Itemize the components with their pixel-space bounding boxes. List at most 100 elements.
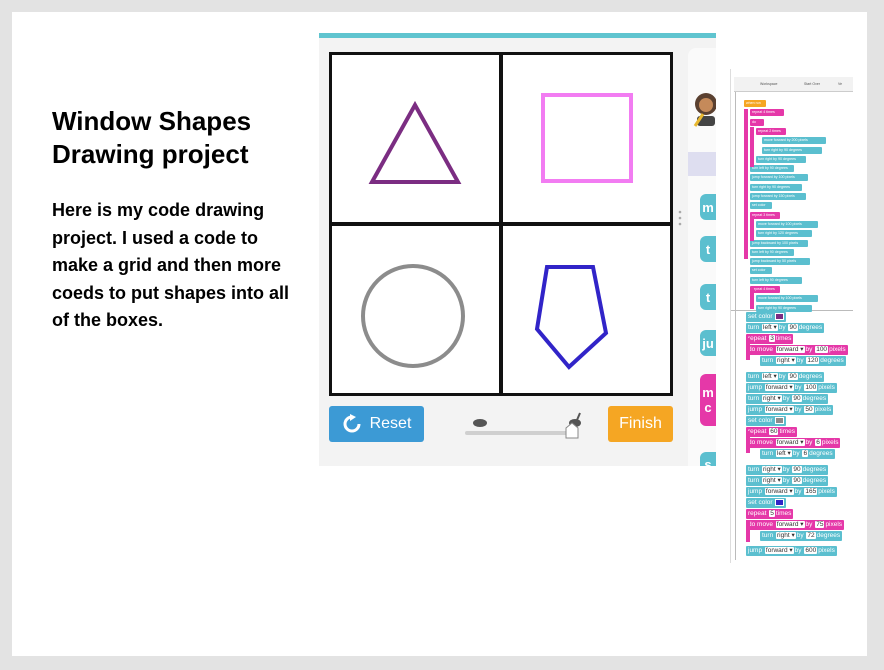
code-block-lower[interactable]: turn right ▾ by 90 degrees	[746, 476, 829, 486]
code-block-upper[interactable]: jump forward by 100 pixels	[750, 174, 808, 182]
loop-bar	[746, 520, 750, 542]
block-value[interactable]: 3	[769, 335, 775, 342]
code-block-lower[interactable]: do move forward ▾ by 75 pixels	[746, 520, 845, 530]
block-value[interactable]: forward ▾	[764, 406, 794, 413]
block-value[interactable]: 100	[815, 346, 829, 353]
block-value[interactable]: 600	[804, 547, 818, 554]
code-block-upper[interactable]: set color	[750, 267, 772, 275]
code-block-lower[interactable]: set color	[746, 498, 786, 508]
block-value[interactable]: 165	[804, 488, 818, 495]
toolbox-tab-1[interactable]: m	[700, 194, 716, 220]
block-value[interactable]: 90	[788, 373, 798, 380]
start-over-button[interactable]: Start Over	[804, 82, 820, 86]
code-block-upper[interactable]: move forward by 100 pixels	[756, 295, 818, 303]
finish-button[interactable]: Finish	[608, 406, 673, 442]
code-block-lower[interactable]: jump forward ▾ by 600 pixels	[746, 546, 837, 556]
code-block-upper[interactable]: move forward by 100 pixels	[756, 220, 818, 228]
block-value[interactable]: 72	[806, 532, 816, 539]
block-value[interactable]: forward ▾	[775, 346, 805, 353]
version-button[interactable]: Ve	[838, 82, 842, 86]
code-block-lower[interactable]: turn left ▾ by 90 degrees	[746, 323, 825, 333]
code-block-upper[interactable]: set color	[750, 202, 772, 210]
code-block-lower[interactable]: turn left ▾ by 90 degrees	[746, 372, 825, 382]
block-value[interactable]: 90	[792, 477, 802, 484]
code-block-upper[interactable]: turn left by 90 degrees	[750, 276, 802, 284]
block-value[interactable]: forward ▾	[775, 521, 805, 528]
block-keyword: jump	[748, 384, 763, 391]
avatar	[693, 93, 716, 127]
code-block-upper[interactable]: turn right by 90 degrees	[756, 304, 812, 312]
code-block-upper[interactable]: turn right by 90 degrees	[750, 183, 802, 191]
block-value[interactable]: right ▾	[762, 466, 782, 473]
code-block-lower[interactable]: set color	[746, 416, 786, 426]
code-block-upper[interactable]: turn right by 90 degrees	[756, 155, 806, 163]
code-block-upper[interactable]: jump backward by 50 pixels	[750, 258, 810, 266]
code-block-upper[interactable]: repeat 3 times	[750, 211, 780, 219]
block-value[interactable]: right ▾	[776, 357, 796, 364]
block-value[interactable]: 90	[792, 395, 802, 402]
code-block-upper[interactable]: turn left by 90 degrees	[750, 248, 794, 256]
block-value[interactable]: right ▾	[762, 395, 782, 402]
block-value[interactable]: 6	[802, 450, 809, 457]
code-block-lower[interactable]: turn right ▾ by 120 degrees	[760, 356, 846, 366]
block-keyword: jump	[748, 488, 763, 495]
block-value[interactable]: forward ▾	[775, 439, 805, 446]
block-value[interactable]: forward ▾	[764, 547, 794, 554]
block-value[interactable]: 5	[769, 510, 775, 517]
block-keyword: by	[796, 357, 804, 364]
block-value[interactable]: 50	[804, 406, 814, 413]
code-block-lower[interactable]: jump forward ▾ by 50 pixels	[746, 405, 834, 415]
color-swatch[interactable]	[774, 498, 784, 506]
color-swatch[interactable]	[774, 416, 784, 424]
resize-handle[interactable]	[678, 210, 682, 226]
toolbox-tab-2[interactable]: t	[700, 236, 716, 262]
speed-slider[interactable]	[465, 410, 585, 442]
toolbox-tab-5[interactable]: mc	[700, 374, 716, 426]
code-block-upper[interactable]: repeat 4 times	[750, 286, 780, 293]
code-block-upper[interactable]: do	[750, 118, 764, 126]
code-block-lower[interactable]: jump forward ▾ by 165 pixels	[746, 487, 837, 497]
code-block-upper[interactable]: when run	[744, 100, 766, 107]
block-value[interactable]: forward ▾	[764, 384, 794, 391]
block-value[interactable]: 6	[815, 439, 821, 446]
code-block-lower[interactable]: repeat 60 times	[746, 427, 798, 437]
reset-button[interactable]: Reset	[329, 406, 424, 442]
code-block-upper[interactable]: turn right by 90 degrees	[762, 146, 822, 154]
code-block-upper[interactable]: move forward by 200 pixels	[762, 137, 826, 145]
block-value[interactable]: 120	[806, 357, 820, 364]
code-block-upper[interactable]: turn right by 120 degrees	[756, 230, 812, 238]
block-keyword: by	[794, 384, 802, 391]
toolbox-tab-3[interactable]: t	[700, 284, 716, 310]
toolbox-tab-4[interactable]: ju	[700, 330, 716, 356]
block-value[interactable]: left ▾	[776, 450, 792, 457]
block-value[interactable]: 90	[792, 466, 802, 473]
code-block-upper[interactable]: jump forward by 150 pixels	[750, 193, 806, 200]
code-block-upper[interactable]: repeat 2 times	[756, 127, 786, 135]
code-block-upper[interactable]: repeat 4 times	[750, 109, 784, 117]
code-block-lower[interactable]: turn right ▾ by 90 degrees	[746, 465, 829, 475]
code-block-upper[interactable]: jump backward by 100 pixels	[750, 239, 808, 247]
block-value[interactable]: 60	[769, 428, 779, 435]
code-block-lower[interactable]: turn right ▾ by 72 degrees	[760, 531, 843, 541]
block-value[interactable]: forward ▾	[764, 488, 794, 495]
code-block-lower[interactable]: repeat 5 times	[746, 509, 794, 519]
code-block-upper[interactable]: turn left by 90 degrees	[750, 165, 794, 173]
block-value[interactable]: right ▾	[762, 477, 782, 484]
code-block-lower[interactable]: turn right ▾ by 90 degrees	[746, 394, 829, 404]
color-swatch[interactable]	[774, 312, 784, 320]
code-block-lower[interactable]: repeat 3 times	[746, 334, 794, 344]
code-block-lower[interactable]: do move forward ▾ by 100 pixels	[746, 345, 848, 355]
code-block-lower[interactable]: do move forward ▾ by 6 pixels	[746, 438, 841, 448]
code-block-lower[interactable]: jump forward ▾ by 100 pixels	[746, 383, 837, 393]
toolbox-tab-6[interactable]: s	[700, 452, 716, 466]
block-value[interactable]: right ▾	[776, 532, 796, 539]
block-value[interactable]: 75	[815, 521, 825, 528]
block-value[interactable]: left ▾	[762, 324, 778, 331]
block-value[interactable]: left ▾	[762, 373, 778, 380]
instructions-panel: m t t ju mc s	[683, 38, 716, 466]
block-keyword: turn	[762, 357, 774, 364]
block-value[interactable]: 100	[804, 384, 818, 391]
block-value[interactable]: 90	[788, 324, 798, 331]
code-block-lower[interactable]: turn left ▾ by 6 degrees	[760, 449, 835, 459]
code-block-lower[interactable]: set color	[746, 312, 786, 322]
